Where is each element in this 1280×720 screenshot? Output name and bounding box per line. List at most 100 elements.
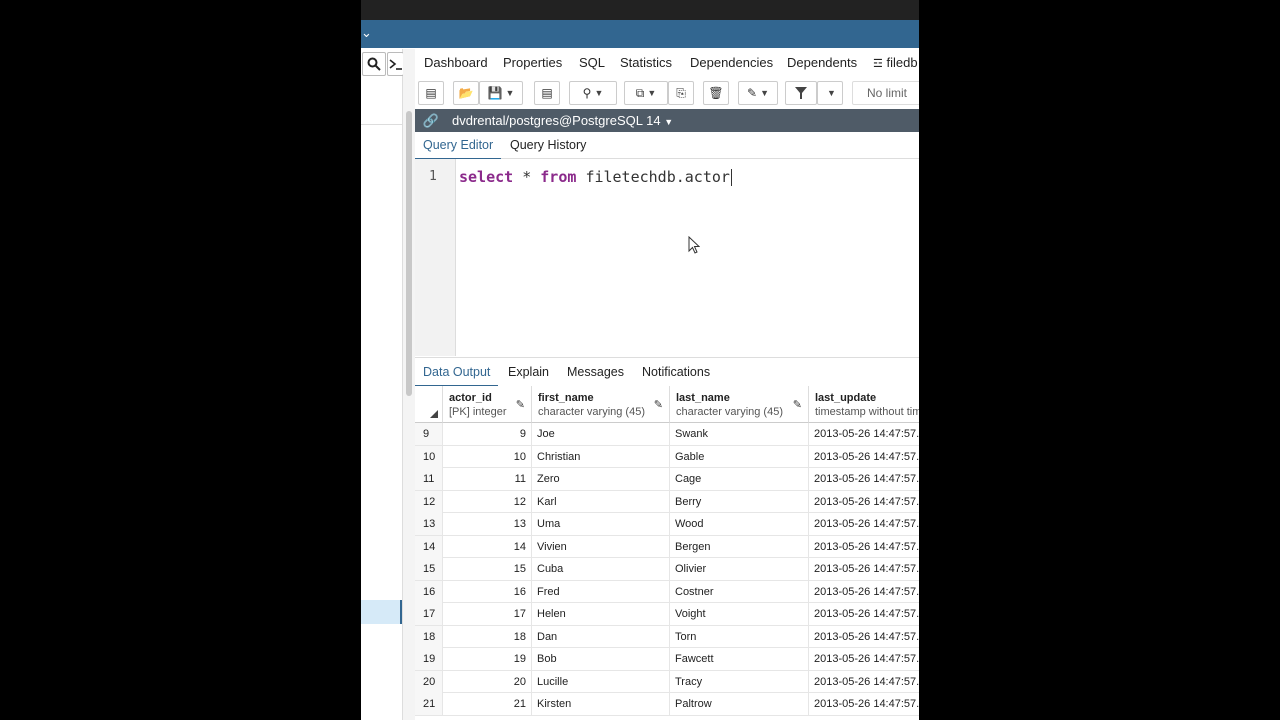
open-file-icon[interactable]: 📂 bbox=[453, 81, 479, 105]
sidebar-scrollbar[interactable] bbox=[403, 49, 415, 720]
table-row[interactable]: 13 13 Uma Wood 2013-05-26 14:47:57.6 bbox=[415, 513, 919, 536]
table-row[interactable]: 20 20 Lucille Tracy 2013-05-26 14:47:57.6 bbox=[415, 670, 919, 693]
tab-statistics[interactable]: Statistics bbox=[620, 55, 672, 70]
cell-last-name[interactable]: Berry bbox=[670, 490, 809, 513]
tab-notifications[interactable]: Notifications bbox=[642, 365, 710, 379]
chevron-down-icon[interactable]: ⌄ bbox=[361, 25, 372, 41]
tab-explain[interactable]: Explain bbox=[508, 365, 549, 379]
cell-last-update[interactable]: 2013-05-26 14:47:57.6 bbox=[809, 513, 919, 535]
table-row[interactable]: 10 10 Christian Gable 2013-05-26 14:47:57.6 bbox=[415, 445, 919, 468]
cell-last-name[interactable]: Cage bbox=[670, 468, 809, 490]
cell-last-name[interactable]: Tracy bbox=[670, 670, 809, 693]
cell-last-update[interactable]: 2013-05-26 14:47:57.6 bbox=[809, 603, 919, 625]
row-number[interactable]: 14 bbox=[415, 535, 443, 558]
row-number[interactable]: 15 bbox=[415, 558, 443, 580]
cell-first-name[interactable]: Christian bbox=[532, 445, 670, 468]
scrollbar-thumb[interactable] bbox=[406, 111, 412, 396]
grid-corner[interactable] bbox=[415, 386, 443, 423]
cell-first-name[interactable]: Helen bbox=[532, 603, 670, 625]
row-number[interactable]: 16 bbox=[415, 580, 443, 603]
column-header-last-name[interactable]: last_name character varying (45) ✎ bbox=[670, 386, 809, 423]
sql-editor[interactable]: 1 select * from filetechdb.actor bbox=[415, 159, 919, 356]
cell-last-name[interactable]: Costner bbox=[670, 580, 809, 603]
table-row[interactable]: 11 11 Zero Cage 2013-05-26 14:47:57.6 bbox=[415, 468, 919, 491]
row-number[interactable]: 9 bbox=[415, 423, 443, 445]
terminal-icon[interactable] bbox=[387, 52, 404, 76]
row-number[interactable]: 10 bbox=[415, 445, 443, 468]
save-data-icon[interactable]: ▤ bbox=[534, 81, 560, 105]
cell-last-update[interactable]: 2013-05-26 14:47:57.6 bbox=[809, 423, 919, 445]
cell-actor-id[interactable]: 16 bbox=[443, 580, 532, 603]
table-row[interactable]: 14 14 Vivien Bergen 2013-05-26 14:47:57.6 bbox=[415, 535, 919, 558]
connection-bar[interactable]: 🔗 dvdrental/postgres@PostgreSQL 14 ▼ bbox=[415, 109, 919, 132]
row-number[interactable]: 18 bbox=[415, 625, 443, 648]
row-number[interactable]: 12 bbox=[415, 490, 443, 513]
cell-actor-id[interactable]: 13 bbox=[443, 513, 532, 535]
search-icon[interactable] bbox=[362, 52, 386, 76]
cell-last-name[interactable]: Fawcett bbox=[670, 648, 809, 670]
cell-last-update[interactable]: 2013-05-26 14:47:57.6 bbox=[809, 671, 919, 693]
row-number[interactable]: 11 bbox=[415, 468, 443, 490]
cell-first-name[interactable]: Uma bbox=[532, 513, 670, 535]
cell-actor-id[interactable]: 12 bbox=[443, 490, 532, 513]
find-button[interactable]: ⚲ ▼ bbox=[569, 81, 617, 105]
cell-first-name[interactable]: Fred bbox=[532, 580, 670, 603]
cell-last-name[interactable]: Paltrow bbox=[670, 693, 809, 715]
cell-actor-id[interactable]: 9 bbox=[443, 423, 532, 445]
cell-actor-id[interactable]: 10 bbox=[443, 445, 532, 468]
edit-button[interactable]: ✎ ▼ bbox=[738, 81, 778, 105]
column-header-actor-id[interactable]: actor_id [PK] integer ✎ bbox=[443, 386, 532, 423]
cell-actor-id[interactable]: 17 bbox=[443, 603, 532, 625]
cell-last-update[interactable]: 2013-05-26 14:47:57.6 bbox=[809, 693, 919, 715]
cell-first-name[interactable]: Cuba bbox=[532, 558, 670, 580]
cell-last-update[interactable]: 2013-05-26 14:47:57.6 bbox=[809, 626, 919, 648]
cell-last-update[interactable]: 2013-05-26 14:47:57.6 bbox=[809, 648, 919, 670]
cell-last-update[interactable]: 2013-05-26 14:47:57.6 bbox=[809, 581, 919, 603]
sql-code[interactable]: select * from filetechdb.actor bbox=[459, 168, 732, 186]
copy-button[interactable]: ⧉ ▼ bbox=[624, 81, 668, 105]
tab-dependents[interactable]: Dependents bbox=[787, 55, 857, 70]
database-icon[interactable]: ▤ bbox=[418, 81, 444, 105]
cell-actor-id[interactable]: 20 bbox=[443, 670, 532, 693]
cell-last-name[interactable]: Bergen bbox=[670, 535, 809, 558]
row-number[interactable]: 17 bbox=[415, 603, 443, 625]
row-number[interactable]: 20 bbox=[415, 670, 443, 693]
tab-query-history[interactable]: Query History bbox=[510, 138, 586, 152]
table-row[interactable]: 15 15 Cuba Olivier 2013-05-26 14:47:57.6 bbox=[415, 558, 919, 581]
tab-data-output[interactable]: Data Output bbox=[414, 365, 499, 387]
cell-last-name[interactable]: Gable bbox=[670, 445, 809, 468]
table-row[interactable]: 12 12 Karl Berry 2013-05-26 14:47:57.6 bbox=[415, 490, 919, 513]
cell-actor-id[interactable]: 21 bbox=[443, 693, 532, 715]
cell-actor-id[interactable]: 14 bbox=[443, 535, 532, 558]
save-button[interactable]: 💾 ▼ bbox=[479, 81, 523, 105]
tab-sql[interactable]: SQL bbox=[579, 55, 605, 70]
column-header-first-name[interactable]: first_name character varying (45) ✎ bbox=[532, 386, 670, 423]
cell-actor-id[interactable]: 18 bbox=[443, 625, 532, 648]
tab-properties[interactable]: Properties bbox=[503, 55, 562, 70]
filter-icon[interactable] bbox=[785, 81, 817, 105]
cell-first-name[interactable]: Bob bbox=[532, 648, 670, 670]
column-header-last-update[interactable]: last_update timestamp without tim bbox=[809, 386, 919, 423]
row-number[interactable]: 19 bbox=[415, 648, 443, 670]
cell-first-name[interactable]: Vivien bbox=[532, 535, 670, 558]
cell-actor-id[interactable]: 11 bbox=[443, 468, 532, 490]
cell-first-name[interactable]: Kirsten bbox=[532, 693, 670, 715]
tab-messages[interactable]: Messages bbox=[567, 365, 624, 379]
cell-last-name[interactable]: Swank bbox=[670, 423, 809, 445]
cell-last-update[interactable]: 2013-05-26 14:47:57.6 bbox=[809, 558, 919, 580]
row-number[interactable]: 13 bbox=[415, 513, 443, 535]
table-row[interactable]: 21 21 Kirsten Paltrow 2013-05-26 14:47:57.6 bbox=[415, 693, 919, 716]
cell-first-name[interactable]: Zero bbox=[532, 468, 670, 490]
cell-last-update[interactable]: 2013-05-26 14:47:57.6 bbox=[809, 491, 919, 513]
data-output-grid[interactable]: actor_id [PK] integer ✎ first_name chara… bbox=[415, 386, 919, 720]
cell-first-name[interactable]: Lucille bbox=[532, 670, 670, 693]
cell-last-name[interactable]: Wood bbox=[670, 513, 809, 535]
table-row[interactable]: 9 9 Joe Swank 2013-05-26 14:47:57.6 bbox=[415, 423, 919, 446]
row-number[interactable]: 21 bbox=[415, 693, 443, 715]
chevron-down-icon[interactable]: ▼ bbox=[817, 81, 843, 105]
paste-icon[interactable]: ⎘ bbox=[668, 81, 694, 105]
tab-query-tool[interactable]: ☲ filedb bbox=[873, 55, 918, 70]
cell-actor-id[interactable]: 19 bbox=[443, 648, 532, 670]
cell-last-name[interactable]: Torn bbox=[670, 625, 809, 648]
cell-last-name[interactable]: Olivier bbox=[670, 558, 809, 580]
